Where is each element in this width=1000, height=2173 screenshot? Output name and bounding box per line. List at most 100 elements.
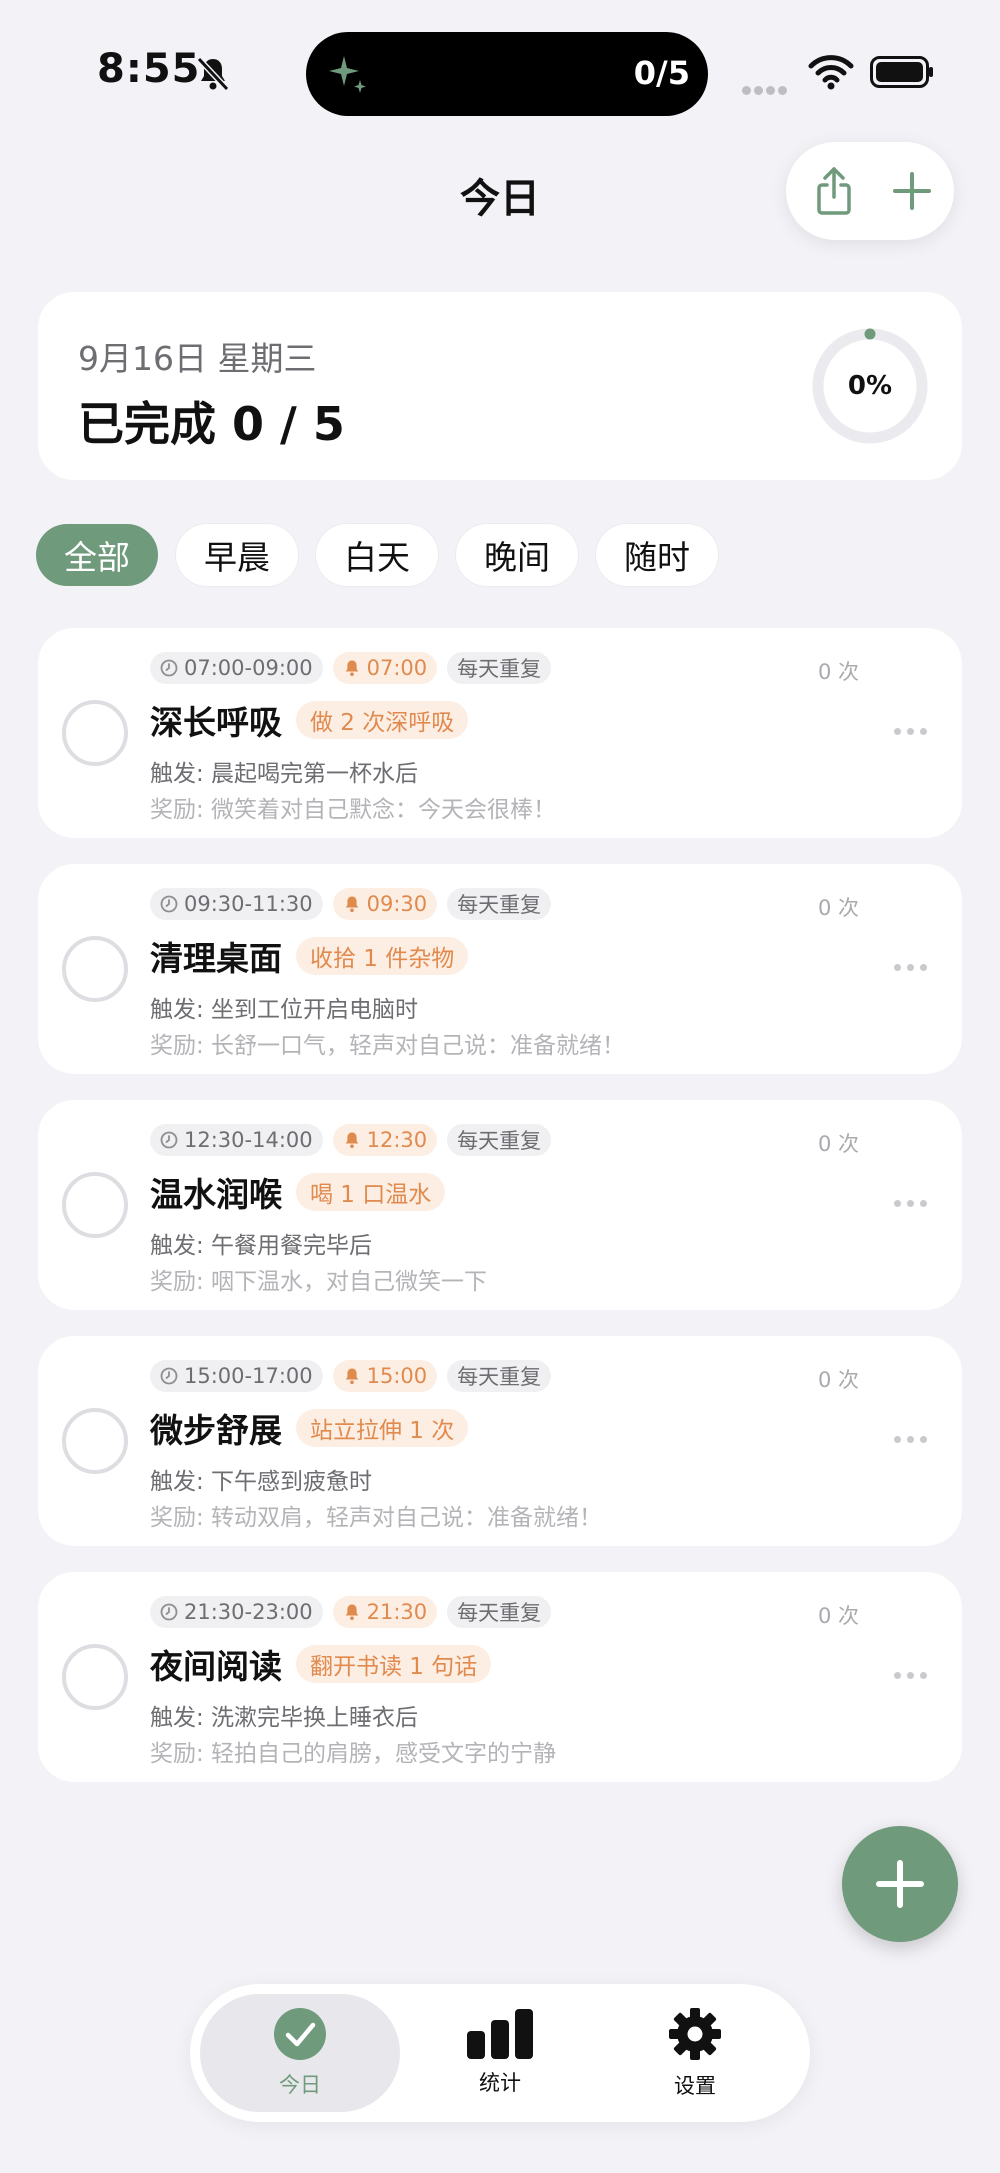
alarm-tag: 09:30	[332, 888, 438, 920]
plus-icon	[893, 172, 931, 210]
task-title-row: 清理桌面 收拾 1 件杂物	[150, 932, 469, 980]
task-card[interactable]: 09:30-11:30 09:30 每天重复 0 次清理桌面 收拾 1 件杂物 触发: 坐…	[38, 864, 962, 1074]
share-button[interactable]	[792, 142, 876, 240]
complete-checkbox[interactable]	[62, 1644, 128, 1710]
complete-checkbox[interactable]	[62, 700, 128, 766]
task-meta: 07:00-09:00 07:00 每天重复	[150, 652, 552, 684]
task-meta: 12:30-14:00 12:30 每天重复	[150, 1124, 552, 1156]
bar-chart-icon	[467, 2009, 533, 2059]
status-time: 8:55	[97, 46, 201, 92]
bell-icon	[345, 1132, 358, 1148]
bell-icon	[345, 660, 358, 676]
clock-icon	[160, 1367, 178, 1385]
time-range-text: 15:00-17:00	[184, 1364, 313, 1388]
task-title: 深长呼吸	[150, 703, 282, 742]
progress-percent: 0%	[847, 371, 893, 401]
filter-daytime[interactable]: 白天	[316, 524, 438, 586]
more-options-icon[interactable]	[894, 1672, 927, 1679]
time-range-tag: 21:30-23:00	[150, 1596, 323, 1628]
bell-icon	[345, 1368, 358, 1384]
filter-all[interactable]: 全部	[36, 524, 158, 586]
complete-checkbox[interactable]	[62, 1172, 128, 1238]
task-trigger: 触发: 午餐用餐完毕后	[150, 1233, 373, 1259]
more-options-icon[interactable]	[894, 1436, 927, 1443]
wifi-icon	[808, 55, 854, 90]
completion-count: 0 次	[818, 660, 860, 684]
more-options-icon[interactable]	[894, 728, 927, 735]
dynamic-island[interactable]: 0/5	[306, 32, 708, 116]
repeat-tag: 每天重复	[447, 1360, 552, 1392]
floating-add-button[interactable]	[842, 1826, 958, 1942]
completion-count: 0 次	[818, 1132, 860, 1156]
tab-settings[interactable]: 设置	[595, 1994, 795, 2112]
task-title: 夜间阅读	[150, 1647, 282, 1686]
task-trigger: 触发: 坐到工位开启电脑时	[150, 997, 419, 1023]
share-icon	[817, 167, 851, 215]
alarm-tag: 21:30	[332, 1596, 438, 1628]
gear-icon	[669, 2008, 721, 2060]
task-reward: 奖励: 咽下温水，对自己微笑一下	[150, 1269, 488, 1295]
task-meta: 21:30-23:00 21:30 每天重复	[150, 1596, 552, 1628]
tab-today-label: 今日	[279, 2073, 321, 2097]
tab-today[interactable]: 今日	[200, 1994, 400, 2112]
complete-checkbox[interactable]	[62, 1408, 128, 1474]
task-title-row: 夜间阅读 翻开书读 1 句话	[150, 1640, 492, 1688]
alarm-time-text: 21:30	[366, 1600, 428, 1624]
time-range-text: 21:30-23:00	[184, 1600, 313, 1624]
clock-icon	[160, 1131, 178, 1149]
signal-dots	[742, 80, 790, 99]
summary-completed: 已完成 0 / 5	[78, 397, 345, 451]
bell-icon	[345, 1604, 358, 1620]
task-reward: 奖励: 轻拍自己的肩膀，感受文字的宁静	[150, 1741, 557, 1767]
task-trigger: 触发: 洗漱完毕换上睡衣后	[150, 1705, 419, 1731]
bell-icon	[345, 896, 358, 912]
bell-muted-icon	[196, 56, 230, 92]
task-title: 清理桌面	[150, 939, 282, 978]
time-range-text: 07:00-09:00	[184, 656, 313, 680]
task-title: 温水润喉	[150, 1175, 282, 1214]
task-card[interactable]: 07:00-09:00 07:00 每天重复 0 次深长呼吸做 2 次深呼吸 触发: 晨…	[38, 628, 962, 838]
filter-anytime[interactable]: 随时	[596, 524, 718, 586]
clock-icon	[160, 895, 178, 913]
repeat-tag: 每天重复	[447, 888, 552, 920]
summary-card: 9月16日 星期三 已完成 0 / 5 0%	[38, 292, 962, 480]
filter-morning[interactable]: 早晨	[176, 524, 298, 586]
task-meta: 09:30-11:30 09:30 每天重复	[150, 888, 552, 920]
task-reward: 奖励: 转动双肩，轻声对自己说：准备就绪！	[150, 1505, 603, 1531]
summary-date: 9月16日 星期三	[78, 339, 317, 378]
clock-icon	[160, 1603, 178, 1621]
task-card[interactable]: 15:00-17:00 15:00 每天重复 0 次微步舒展 站立拉伸 1 次触发: 下…	[38, 1336, 962, 1546]
tab-settings-label: 设置	[674, 2074, 716, 2098]
time-range-tag: 07:00-09:00	[150, 652, 323, 684]
more-options-icon[interactable]	[894, 964, 927, 971]
repeat-tag: 每天重复	[447, 1124, 552, 1156]
task-meta: 15:00-17:00 15:00 每天重复	[150, 1360, 552, 1392]
tab-bar: 今日 统计 设置	[190, 1984, 810, 2122]
completion-count: 0 次	[818, 896, 860, 920]
clock-icon	[160, 659, 178, 677]
task-title-row: 深长呼吸做 2 次深呼吸	[150, 696, 469, 744]
nav-actions	[786, 142, 954, 240]
battery-icon	[870, 56, 933, 88]
alarm-time-text: 09:30	[366, 892, 428, 916]
tab-stats[interactable]: 统计	[400, 1994, 600, 2112]
time-range-tag: 12:30-14:00	[150, 1124, 323, 1156]
progress-ring: 0%	[812, 328, 928, 444]
filter-evening[interactable]: 晚间	[456, 524, 578, 586]
repeat-tag: 每天重复	[447, 652, 552, 684]
repeat-tag: 每天重复	[447, 1596, 552, 1628]
completion-count: 0 次	[818, 1368, 860, 1392]
time-range-text: 12:30-14:00	[184, 1128, 313, 1152]
complete-checkbox[interactable]	[62, 936, 128, 1002]
alarm-tag: 15:00	[332, 1360, 438, 1392]
time-range-tag: 15:00-17:00	[150, 1360, 323, 1392]
task-action-badge: 翻开书读 1 句话	[296, 1645, 492, 1683]
task-card[interactable]: 12:30-14:00 12:30 每天重复 0 次温水润喉喝 1 口温水 触发: 午餐…	[38, 1100, 962, 1310]
alarm-time-text: 07:00	[366, 656, 428, 680]
plus-icon	[876, 1860, 924, 1908]
sparkle-icon	[329, 56, 366, 93]
task-card[interactable]: 21:30-23:00 21:30 每天重复 0 次夜间阅读 翻开书读 1 句话 触发: …	[38, 1572, 962, 1782]
add-button[interactable]	[870, 142, 954, 240]
more-options-icon[interactable]	[894, 1200, 927, 1207]
task-title: 微步舒展	[150, 1411, 282, 1450]
